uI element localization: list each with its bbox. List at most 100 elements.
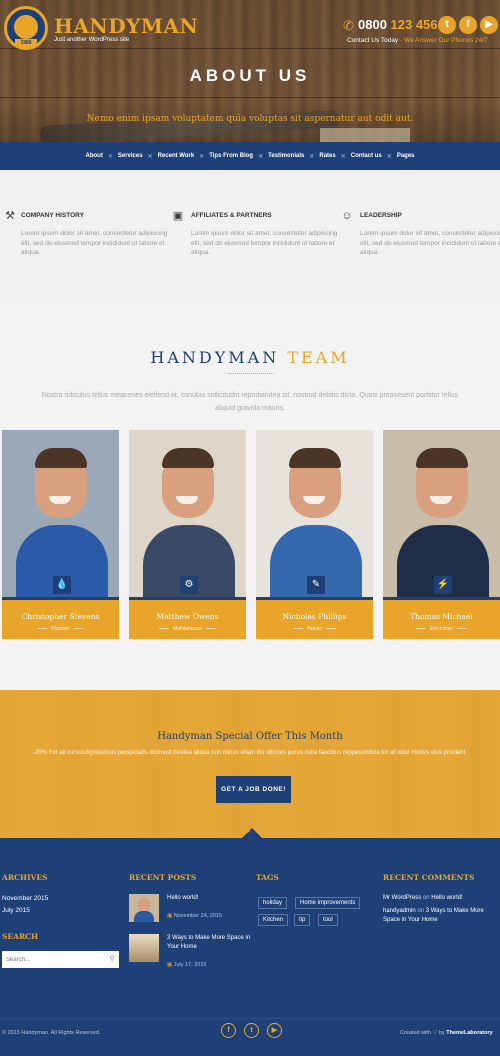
recent-posts-heading: RECENT POSTS (129, 873, 197, 882)
member-photo (2, 430, 119, 597)
comment-author[interactable]: handyadmin (383, 908, 416, 914)
phone-prefix: 0800 (358, 17, 387, 32)
contact-note: - We Answer Our Phones 24/7 (400, 37, 488, 44)
brand-name[interactable]: HANDYMAN (54, 14, 198, 38)
drop-icon: 💧 (53, 576, 71, 594)
tag-link[interactable]: tool (318, 914, 338, 926)
team-subtitle: Nostra ridiculus tellus meacenes eleifen… (41, 392, 459, 412)
title-divider (228, 373, 274, 375)
scroll-top-tab[interactable] (242, 828, 262, 838)
comment-author[interactable]: Mr WordPress (383, 895, 421, 901)
member-name: Matthew Owens (156, 612, 219, 621)
offer-text: -20% For all cursusdignissimos perspicia… (33, 750, 467, 756)
plug-icon: ⚡ (434, 576, 452, 594)
user-icon: ☺ (341, 210, 353, 222)
twitter-icon[interactable]: t (244, 1023, 259, 1038)
tools-icon: ⚒ (5, 210, 15, 222)
feature-text: Lorem ipsum dolor sit amet, consectetur … (360, 230, 500, 256)
comment-item: Mr WordPress on Hello world! (383, 894, 498, 903)
comment-post-link[interactable]: Hello world! (431, 895, 462, 901)
recent-comments-heading: RECENT COMMENTS (383, 873, 475, 882)
post-date-text: November 24, 2015 (173, 913, 223, 919)
credit-link[interactable]: ThemeLaboratory (446, 1030, 492, 1036)
hero-subtitle: Nemo enim ipsam voluptatem quia voluptas… (86, 114, 414, 124)
contact-line: Contact Us Today - We Answer Our Phones … (347, 37, 488, 44)
tag-link[interactable]: tip (294, 914, 311, 926)
copyright: © 2015 Handyman. All Rights Reserved. (2, 1030, 101, 1036)
member-role: Electrician (383, 626, 500, 632)
main-nav: About ✕ Services ✕ Recent Work ✕ Tips From … (0, 142, 500, 170)
team-card[interactable]: ⚡ Thomas Michael Electrician (383, 430, 500, 639)
post-link[interactable]: 3 Ways to Make More Space in Your Home (167, 934, 257, 951)
heart-icon: ♡ (432, 1030, 438, 1036)
search-box: ⚲ (2, 951, 119, 968)
search-input[interactable] (2, 951, 102, 968)
team-card[interactable]: ⚙ Matthew Owens Maintenance (129, 430, 246, 639)
offer-title: Handyman Special Offer This Month (157, 731, 343, 742)
get-job-done-button[interactable]: GET A JOB DONE! (216, 776, 291, 803)
credit-by: by (438, 1030, 445, 1036)
youtube-icon[interactable]: ▶ (480, 16, 498, 34)
team-title-a: HANDYMAN (150, 348, 280, 367)
team-card[interactable]: 💧 Christopher Stevens Plumber (2, 430, 119, 639)
facebook-icon[interactable]: f (221, 1023, 236, 1038)
member-photo (129, 430, 246, 597)
post-thumbnail[interactable] (129, 894, 159, 922)
nav-separator: ✕ (386, 153, 392, 160)
post-date: ▦ July 17, 2015 (167, 962, 206, 968)
gears-icon: ⚙ (180, 576, 198, 594)
calendar-icon: ▦ (167, 913, 173, 919)
member-name: Thomas Michael (410, 612, 473, 621)
chevron-up-icon[interactable]: ⌃ (246, 830, 252, 838)
contact-label: Contact Us Today (347, 37, 399, 44)
phone-digits: 123 456 (390, 17, 438, 32)
tags-heading: TAGS (256, 873, 279, 882)
comment-item: handyadmin on 3 Ways to Make More Space … (383, 907, 498, 925)
tag-link[interactable]: Kitchen (258, 914, 289, 926)
post-date: ▦ November 24, 2015 (167, 913, 222, 919)
search-heading: SEARCH (2, 932, 39, 941)
footer-divider (0, 1018, 500, 1019)
youtube-icon[interactable]: ▶ (267, 1023, 282, 1038)
nav-item-pages[interactable]: Pages (397, 153, 415, 159)
feature-title: COMPANY HISTORY (21, 212, 84, 219)
tag-link[interactable]: Home improvements (295, 897, 361, 909)
nav-item-services[interactable]: Services (118, 153, 143, 159)
team-card[interactable]: ✎ Nicholas Phillips Painter (256, 430, 373, 639)
twitter-icon[interactable]: t (438, 16, 456, 34)
feature-title: AFFILIATES & PARTNERS (191, 212, 272, 219)
archive-link[interactable]: July 2015 (2, 907, 30, 914)
nav-separator: ✕ (258, 153, 264, 160)
nav-item-about[interactable]: About (86, 153, 103, 159)
wrench-icon (14, 15, 38, 39)
feature-text: Lorem ipsum dolor sit amet, consectetur … (21, 230, 168, 256)
nav-separator: ✕ (199, 153, 205, 160)
phone-number[interactable]: 0800 123 456 (358, 17, 438, 32)
feature-title: LEADERSHIP (360, 212, 402, 219)
nav-separator: ✕ (107, 153, 113, 160)
logo-year: 1988 (15, 39, 37, 47)
archives-heading: ARCHIVES (2, 873, 48, 882)
member-name: Nicholas Phillips (282, 612, 347, 621)
comment-on: on (422, 895, 430, 901)
archive-link[interactable]: November 2015 (2, 895, 48, 902)
nav-item-tips[interactable]: Tips From Blog (209, 153, 253, 159)
team-title-b: TEAM (287, 348, 350, 367)
nav-item-rates[interactable]: Rates (319, 153, 335, 159)
post-thumbnail[interactable] (129, 934, 159, 962)
page-title: ABOUT US (189, 66, 311, 85)
facebook-icon[interactable]: f (459, 16, 477, 34)
logo-badge[interactable]: 1988 (4, 6, 48, 50)
search-icon[interactable]: ⚲ (109, 954, 115, 963)
nav-item-testimonials[interactable]: Testimonials (268, 153, 304, 159)
nav-item-contact[interactable]: Contact us (351, 153, 382, 159)
nav-item-recent-work[interactable]: Recent Work (158, 153, 195, 159)
member-role: Painter (256, 626, 373, 632)
calendar-icon: ▦ (167, 962, 173, 968)
member-name: Christopher Stevens (21, 612, 100, 621)
brand-tagline: Just another WordPress site (54, 37, 130, 43)
ruler-image (320, 128, 410, 142)
post-date-text: July 17, 2015 (173, 962, 207, 968)
post-link[interactable]: Hello world! (167, 894, 257, 903)
tag-link[interactable]: holiday (258, 897, 288, 909)
